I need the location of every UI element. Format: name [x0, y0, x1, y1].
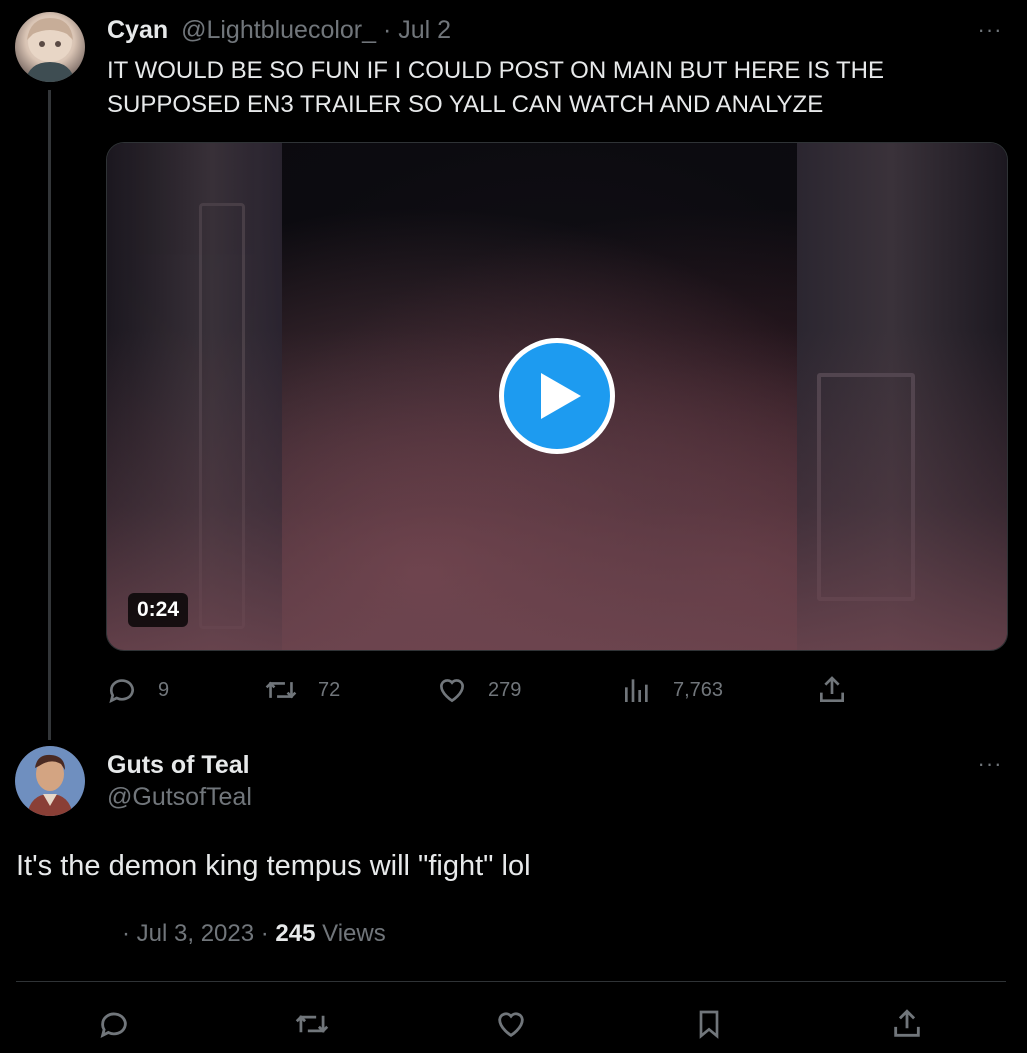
tweet1-action-bar: 9 72 279 7,763	[106, 670, 1006, 710]
reply-count: 9	[158, 678, 170, 701]
reply-icon	[109, 679, 134, 704]
tweet2-header: Guts of Teal @GutsofTeal	[107, 750, 252, 814]
heart-icon	[498, 1012, 524, 1038]
bookmark-icon	[699, 1010, 719, 1039]
tweet2-views-label: Views	[322, 920, 386, 947]
reply-icon	[100, 1012, 127, 1038]
tweet2-author-name[interactable]: Guts of Teal	[107, 750, 252, 780]
cyan-avatar[interactable]	[15, 12, 85, 82]
guts-of-teal-avatar[interactable]	[15, 746, 85, 816]
reply-button[interactable]: 9	[106, 670, 169, 710]
tweet2-like-button[interactable]	[493, 1006, 529, 1042]
tweet2-more-button[interactable]: ···	[975, 751, 1005, 776]
tweet1-date[interactable]: · Jul 2	[383, 16, 451, 44]
tweet2-date[interactable]: · Jul 3, 2023 ·	[122, 920, 269, 947]
tweet1-more-button[interactable]: ···	[975, 17, 1005, 42]
tweet2-meta: · Jul 3, 2023 · 245 Views	[122, 920, 386, 948]
tweet2-text: It's the demon king tempus will "fight" …	[16, 850, 531, 882]
share-button[interactable]	[816, 670, 868, 710]
play-icon	[541, 373, 581, 419]
like-button[interactable]: 279	[436, 670, 521, 710]
thread-connector-line	[48, 90, 51, 740]
tweet2-action-bar	[0, 1000, 1027, 1050]
play-button[interactable]	[499, 338, 615, 454]
more-dots-icon: ···	[977, 751, 1003, 776]
tweet1-text: IT WOULD BE SO FUN IF I COULD POST ON MA…	[107, 57, 884, 118]
views-button[interactable]: 7,763	[621, 670, 723, 710]
views-count: 7,763	[673, 678, 724, 701]
retweet-icon	[295, 1015, 329, 1033]
video-player[interactable]: 0:24	[106, 142, 1008, 651]
retweet-count: 72	[318, 678, 341, 701]
more-dots-icon: ···	[977, 17, 1003, 42]
retweet-icon	[265, 681, 297, 699]
like-count: 279	[488, 678, 522, 701]
thread-view: Cyan @Lightbluecolor_ · Jul 2 ··· IT WOU…	[0, 0, 1027, 1053]
tweet1-header: Cyan @Lightbluecolor_ · Jul 2	[107, 16, 451, 45]
divider	[16, 981, 1006, 982]
retweet-button[interactable]: 72	[264, 670, 340, 710]
share-icon	[894, 1009, 920, 1037]
tweet1-author-handle[interactable]: @Lightbluecolor_	[181, 16, 376, 44]
tweet1-author-name[interactable]: Cyan	[107, 16, 168, 44]
heart-icon	[439, 679, 465, 703]
tweet2-bookmark-button[interactable]	[691, 1006, 727, 1042]
tweet2-retweet-button[interactable]	[294, 1006, 330, 1042]
share-icon	[820, 676, 844, 702]
tweet2-reply-button[interactable]	[96, 1006, 132, 1042]
tweet2-author-handle[interactable]: @GutsofTeal	[107, 780, 252, 814]
tweet2-views-count: 245	[275, 920, 316, 947]
views-chart-icon	[625, 679, 648, 702]
tweet2-share-button[interactable]	[889, 1006, 925, 1042]
video-duration-badge: 0:24	[128, 593, 189, 627]
